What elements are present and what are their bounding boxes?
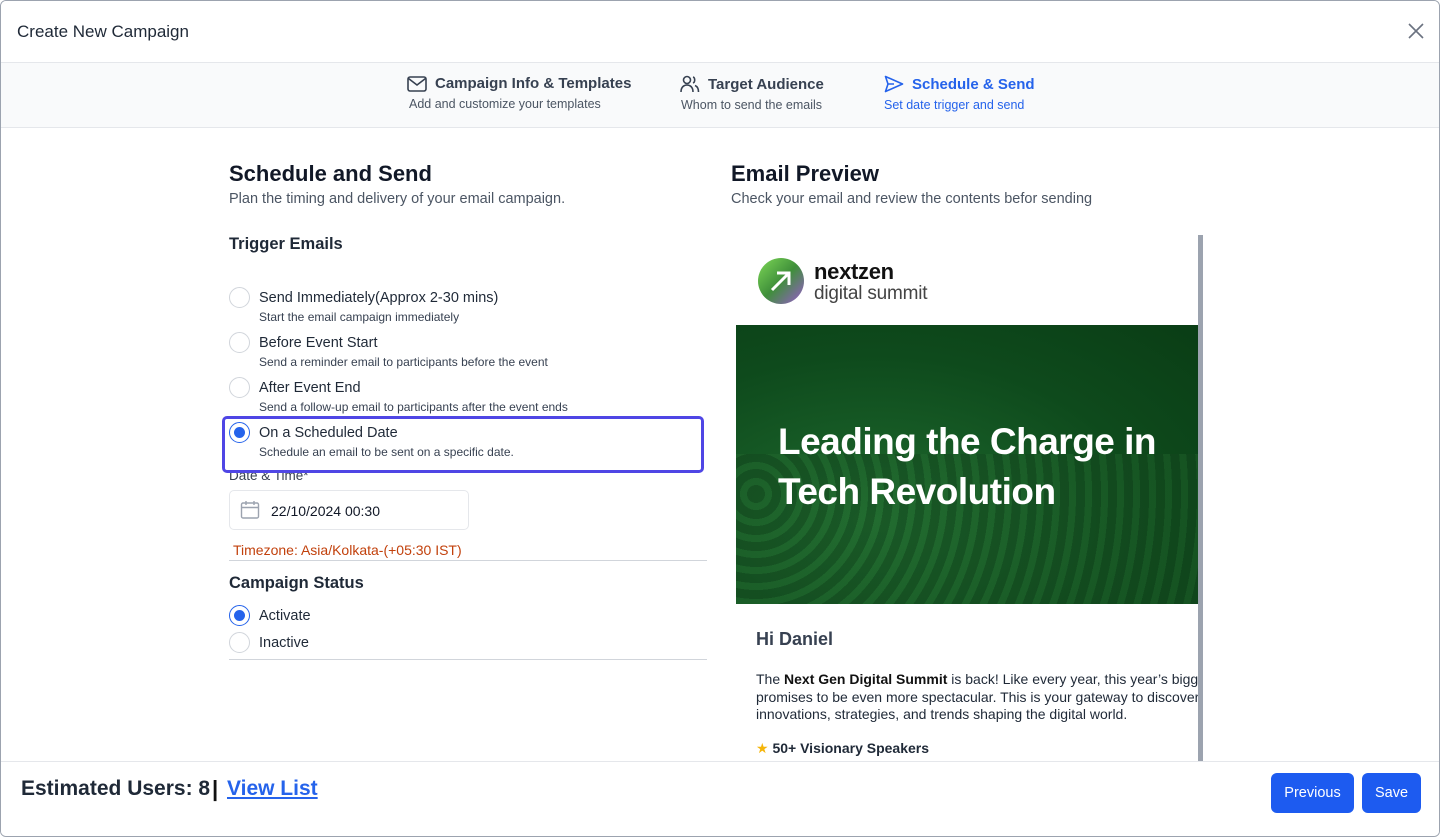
send-icon bbox=[884, 75, 904, 93]
datetime-value: 22/10/2024 00:30 bbox=[271, 503, 380, 519]
mail-icon bbox=[407, 75, 427, 92]
trigger-option-after-event[interactable]: After Event End Send a follow-up email t… bbox=[229, 377, 707, 417]
option-label: Activate bbox=[259, 608, 311, 624]
radio[interactable] bbox=[229, 632, 250, 653]
radio[interactable] bbox=[229, 377, 250, 398]
radio-checked[interactable] bbox=[229, 605, 250, 626]
close-icon[interactable] bbox=[1407, 22, 1425, 40]
hero-headline: Leading the Charge in Tech Revolution bbox=[778, 421, 1157, 512]
step-sub: Set date trigger and send bbox=[884, 98, 1025, 112]
email-body: The Next Gen Digital Summit is back! Lik… bbox=[756, 671, 1200, 722]
previous-button[interactable]: Previous bbox=[1271, 773, 1354, 813]
users-icon bbox=[680, 75, 700, 93]
preview-description: Check your email and review the contents… bbox=[731, 191, 1093, 207]
trigger-option-before-event[interactable]: Before Event Start Send a reminder email… bbox=[229, 332, 707, 372]
timezone-note: Timezone: Asia/Kolkata-(+05:30 IST) bbox=[233, 542, 462, 558]
section-description: Plan the timing and delivery of your ema… bbox=[229, 191, 566, 207]
divider bbox=[229, 659, 707, 660]
option-sub: Send a follow-up email to participants a… bbox=[259, 400, 568, 414]
modal-header: Create New Campaign bbox=[1, 1, 1439, 63]
hero-banner: Leading the Charge in Tech Revolution bbox=[736, 325, 1198, 604]
email-greeting: Hi Daniel bbox=[756, 629, 834, 649]
view-list-link[interactable]: View List bbox=[227, 777, 318, 801]
step-sub: Whom to send the emails bbox=[681, 98, 823, 112]
email-preview-frame[interactable]: nextzen digital summit Leading the Charg… bbox=[736, 235, 1203, 761]
datetime-input[interactable]: 22/10/2024 00:30 bbox=[229, 490, 469, 530]
logo-tagline: digital summit bbox=[814, 283, 928, 304]
option-label: Before Event Start bbox=[259, 335, 378, 351]
logo-wordmark: nextzen bbox=[814, 259, 894, 284]
option-label: Inactive bbox=[259, 635, 309, 651]
speakers-highlight: ★ 50+ Visionary Speakers bbox=[756, 740, 930, 756]
radio[interactable] bbox=[229, 332, 250, 353]
estimated-users: Estimated Users: 8 bbox=[21, 777, 211, 800]
schedule-section: Schedule and Send Plan the timing and de… bbox=[229, 161, 707, 254]
separator: | bbox=[212, 776, 219, 801]
preview-header: Email Preview Check your email and revie… bbox=[731, 161, 1092, 207]
step-sub: Add and customize your templates bbox=[409, 97, 601, 111]
modal-footer: Estimated Users: 8 | View List Previous … bbox=[1, 761, 1439, 836]
trigger-heading: Trigger Emails bbox=[229, 235, 343, 253]
stepper: Campaign Info & Templates Add and custom… bbox=[1, 63, 1439, 128]
calendar-icon bbox=[240, 500, 260, 525]
nextzen-logo-icon bbox=[756, 256, 806, 306]
trigger-option-immediately[interactable]: Send Immediately(Approx 2-30 mins) Start… bbox=[229, 287, 707, 327]
status-heading: Campaign Status bbox=[229, 574, 364, 592]
option-label: After Event End bbox=[259, 380, 361, 396]
step-target-audience[interactable]: Target Audience Whom to send the emails bbox=[680, 75, 824, 112]
step-label: Campaign Info & Templates bbox=[435, 75, 632, 92]
divider bbox=[229, 560, 707, 561]
step-label: Schedule & Send bbox=[912, 75, 1035, 93]
status-option-activate[interactable]: Activate bbox=[229, 605, 429, 629]
option-sub: Send a reminder email to participants be… bbox=[259, 355, 548, 369]
star-icon: ★ bbox=[756, 740, 769, 756]
step-label: Target Audience bbox=[708, 75, 824, 93]
option-sub: Start the email campaign immediately bbox=[259, 310, 460, 324]
section-title: Schedule and Send bbox=[229, 161, 432, 186]
radio[interactable] bbox=[229, 287, 250, 308]
option-label: Send Immediately(Approx 2-30 mins) bbox=[259, 290, 499, 306]
modal-title: Create New Campaign bbox=[17, 22, 189, 41]
step-schedule-send[interactable]: Schedule & Send Set date trigger and sen… bbox=[884, 75, 1035, 113]
focus-ring bbox=[222, 416, 704, 473]
save-button[interactable]: Save bbox=[1362, 773, 1421, 813]
step-campaign-info[interactable]: Campaign Info & Templates Add and custom… bbox=[407, 75, 631, 111]
status-option-inactive[interactable]: Inactive bbox=[229, 632, 429, 656]
preview-scrollbar[interactable] bbox=[1198, 235, 1203, 761]
create-campaign-modal: Create New Campaign Campaign Info & Temp… bbox=[0, 0, 1440, 837]
preview-title: Email Preview bbox=[731, 161, 879, 186]
